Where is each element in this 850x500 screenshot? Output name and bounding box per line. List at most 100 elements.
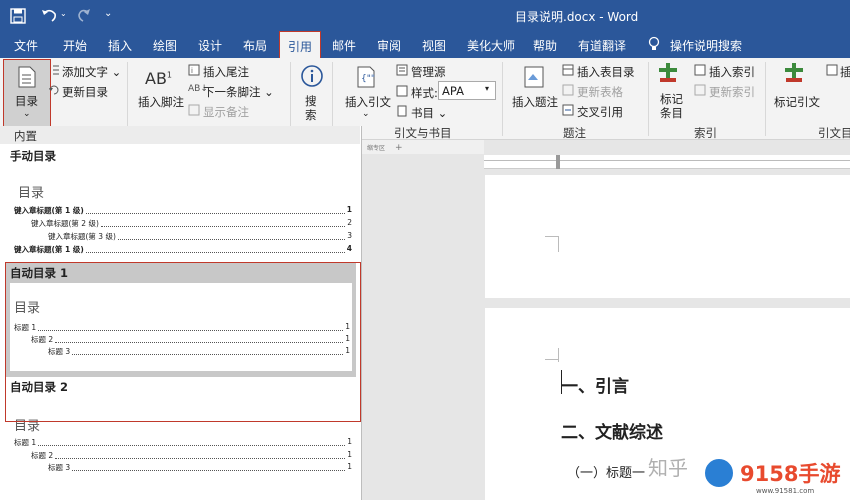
tab-meihua[interactable]: 美化大师 [467, 37, 515, 54]
auto-toc-2-title: 目录 [14, 419, 41, 434]
toc-button-label: 目录 [15, 94, 38, 108]
save-icon[interactable] [10, 8, 26, 27]
group-label-citations: 引文与书目 [394, 126, 452, 140]
doc-subheading[interactable]: （一）标题一 [567, 462, 645, 481]
auto-toc-1-title: 目录 [14, 301, 41, 316]
toc-line-page: 1 [346, 205, 352, 214]
add-text-button[interactable]: 添加文字 ⌄ [62, 64, 121, 80]
doc-tab[interactable]: 缩专区 [367, 145, 385, 152]
auto-toc-2-line: 标题 1 1 [14, 437, 352, 448]
insert-citation-icon: {""} [356, 66, 381, 91]
toc-line-page: 2 [347, 218, 352, 227]
page-1[interactable] [485, 175, 850, 298]
menu-bar: 文件 开始 插入 绘图 设计 布局 引用 邮件 审阅 视图 美化大师 帮助 有道… [0, 31, 850, 59]
tab-mailings[interactable]: 邮件 [332, 37, 356, 54]
svg-text:i: i [191, 67, 193, 75]
toc-line-text: 键入章标题(第 1 级) [14, 206, 84, 215]
undo-icon[interactable] [40, 7, 58, 26]
tab-file[interactable]: 文件 [14, 37, 38, 54]
add-text-label: 添加文字 [62, 65, 108, 79]
toc-line-page: 3 [347, 231, 352, 240]
add-tab-icon[interactable]: + [395, 143, 403, 153]
insert-index-button[interactable]: 插入索引 [709, 64, 755, 80]
doc-heading-1[interactable]: 一、引言 [561, 372, 629, 397]
manual-toc-title: 目录 [18, 186, 45, 201]
search-icon [300, 64, 324, 91]
margin-mark [558, 348, 570, 362]
tab-help[interactable]: 帮助 [533, 37, 557, 54]
insert-caption-button[interactable]: 插入题注 [512, 94, 558, 110]
ruler-indent-marker[interactable] [556, 155, 560, 169]
tab-layout[interactable]: 布局 [243, 37, 267, 54]
toc-line-page: 1 [347, 450, 352, 459]
separator [648, 62, 649, 136]
manual-toc-line: 键入章标题(第 3 级) 3 [48, 231, 352, 242]
separator [332, 62, 333, 136]
toc-line-text: 标题 1 [14, 323, 37, 332]
insert-caption-icon [524, 66, 544, 91]
manage-sources-button[interactable]: 管理源 [411, 64, 446, 80]
tab-insert[interactable]: 插入 [108, 37, 132, 54]
insert-toa-button[interactable]: 插 [840, 64, 850, 80]
next-footnote-button[interactable]: 下一条脚注 ⌄ [203, 84, 274, 100]
manual-toc-line: 键入章标题(第 1 级) 4 [14, 244, 352, 255]
update-toc-button[interactable]: 更新目录 [62, 84, 108, 100]
style-label: 样式: [411, 86, 438, 100]
tab-view[interactable]: 视图 [422, 37, 446, 54]
toc-gallery: 内置 手动目录 目录 键入章标题(第 1 级) 1 键入章标题(第 2 级) 2 键… [0, 126, 362, 500]
next-footnote-label: 下一条脚注 [203, 85, 261, 99]
redo-icon[interactable] [76, 7, 92, 26]
add-text-icon [52, 64, 60, 79]
insert-citation-button[interactable]: 插入引文 [345, 94, 391, 110]
toc-line-page: 4 [346, 244, 352, 253]
insert-endnote-button[interactable]: 插入尾注 [203, 64, 249, 80]
group-label-captions: 题注 [563, 126, 586, 140]
notes-icon [188, 104, 200, 119]
tell-me-search[interactable]: 操作说明搜索 [670, 37, 742, 54]
update-index-button[interactable]: 更新索引 [709, 84, 755, 100]
tab-references[interactable]: 引用 [279, 31, 322, 59]
undo-dropdown-icon[interactable]: ⌄ [60, 9, 67, 18]
document-icon [17, 66, 37, 91]
footnote-icon: AB1 [145, 69, 173, 88]
style-select[interactable]: APA ▾ [438, 81, 496, 100]
toc-line-text: 标题 3 [48, 347, 71, 356]
customize-icon[interactable]: ⌄ [104, 8, 112, 19]
show-notes-button[interactable]: 显示备注 [203, 104, 249, 120]
cross-reference-button[interactable]: 交叉引用 [577, 104, 623, 120]
insert-footnote-button[interactable]: 插入脚注 [138, 94, 184, 110]
search-button[interactable]: 搜 索 [305, 94, 317, 122]
auto-toc-1-preview: 目录 标题 1 1 标题 2 1 标题 3 1 [10, 283, 352, 371]
tab-youdao[interactable]: 有道翻译 [578, 37, 626, 54]
separator [290, 62, 291, 136]
tab-home[interactable]: 开始 [63, 37, 87, 54]
toc-line-page: 1 [345, 334, 350, 343]
manual-toc-option[interactable]: 目录 键入章标题(第 1 级) 1 键入章标题(第 2 级) 2 键入章标题(第 3… [4, 164, 358, 259]
mark-entry-button[interactable]: 标记 条目 [660, 92, 683, 120]
auto-toc-1-line: 标题 1 1 [14, 322, 350, 333]
auto-toc-2-option[interactable]: 目录 标题 1 1 标题 2 1 标题 3 1 [4, 396, 358, 500]
toc-line-text: 标题 1 [14, 438, 37, 447]
auto-toc-1-option[interactable]: 自动目录 1 目录 标题 1 1 标题 2 1 标题 3 1 [6, 263, 356, 377]
insert-table-of-figures-button[interactable]: 插入表目录 [577, 64, 635, 80]
style-icon [396, 85, 408, 100]
tab-draw[interactable]: 绘图 [153, 37, 177, 54]
chevron-down-icon: ⌄ [23, 109, 31, 119]
group-label-index: 索引 [694, 126, 717, 140]
site-logo [702, 456, 736, 490]
ruler-line [484, 160, 850, 161]
doc-heading-2[interactable]: 二、文献综述 [561, 418, 663, 443]
update-table-button[interactable]: 更新表格 [577, 84, 623, 100]
toc-line-text: 键入章标题(第 3 级) [48, 232, 116, 241]
zhihu-watermark: 知乎 [648, 456, 688, 480]
separator [127, 62, 128, 136]
site-watermark: 9158手游 [740, 462, 841, 486]
horizontal-ruler[interactable] [484, 155, 850, 169]
bibliography-button[interactable]: 书目 ⌄ [411, 105, 447, 121]
mark-citation-button[interactable]: 标记引文 [774, 94, 820, 110]
manage-sources-icon [396, 64, 408, 79]
insert-index-icon [694, 64, 706, 79]
toc-button[interactable]: 目录 ⌄ [3, 59, 51, 129]
tab-design[interactable]: 设计 [198, 37, 222, 54]
tab-review[interactable]: 审阅 [377, 37, 401, 54]
